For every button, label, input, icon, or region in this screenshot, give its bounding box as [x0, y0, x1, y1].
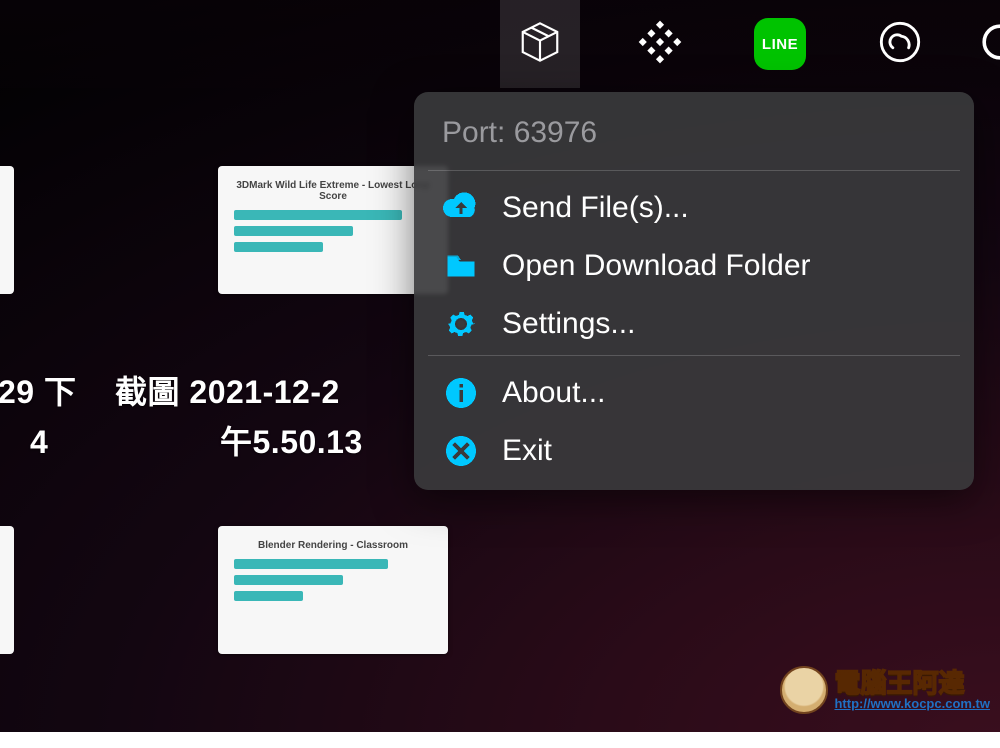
diamond-grid-icon: [637, 19, 683, 70]
menubar-item-line[interactable]: LINE: [740, 0, 820, 88]
desktop-thumbnail-edge: [0, 166, 14, 294]
menu-item-about[interactable]: About...: [414, 364, 974, 422]
watermark-logo: [780, 666, 828, 714]
menu-item-open-folder[interactable]: Open Download Folder: [414, 237, 974, 295]
menubar-item-diamond[interactable]: [620, 0, 700, 88]
bottom-crop-edge: [0, 732, 1000, 748]
menu-item-label: About...: [502, 376, 605, 410]
circle-icon: [977, 19, 1000, 70]
menu-item-exit[interactable]: Exit: [414, 422, 974, 480]
line-app-label: LINE: [762, 36, 798, 53]
line-app-icon: LINE: [754, 18, 806, 70]
menu-separator: [428, 170, 960, 171]
gear-icon: [442, 305, 480, 343]
folder-icon: [442, 247, 480, 285]
menu-item-settings[interactable]: Settings...: [414, 295, 974, 353]
info-icon: [442, 374, 480, 412]
desktop-filename[interactable]: 29 下: [0, 368, 77, 418]
watermark-title: 電腦王阿達: [834, 670, 990, 696]
desktop-filename: 4: [30, 418, 48, 468]
menubar-item-package[interactable]: [500, 0, 580, 88]
desktop-thumbnail-edge: [0, 526, 14, 654]
menubar-item-creative-cloud[interactable]: [860, 0, 940, 88]
close-circle-icon: [442, 432, 480, 470]
app-dropdown-menu: Port: 63976 Send File(s)... Open Downloa…: [414, 92, 974, 490]
desktop-filename: 午5.50.13: [220, 418, 363, 468]
thumbnail-title: 3DMark Wild Life Extreme - Lowest Loop S…: [234, 180, 432, 202]
menubar-item-partial[interactable]: [980, 0, 1000, 88]
menu-item-label: Send File(s)...: [502, 191, 689, 225]
menu-item-label: Open Download Folder: [502, 249, 811, 283]
desktop-thumbnail[interactable]: Blender Rendering - Classroom: [218, 526, 448, 654]
menu-separator: [428, 355, 960, 356]
menu-item-send-files[interactable]: Send File(s)...: [414, 179, 974, 237]
desktop-filename[interactable]: 截圖 2021-12-2: [115, 368, 340, 418]
port-label: Port: 63976: [414, 110, 974, 168]
cloud-upload-icon: [442, 189, 480, 227]
watermark: 電腦王阿達 http://www.kocpc.com.tw: [780, 666, 990, 714]
creative-cloud-icon: [877, 19, 923, 70]
package-icon: [517, 19, 563, 70]
thumbnail-title: Blender Rendering - Classroom: [234, 540, 432, 551]
menubar: LINE: [0, 0, 1000, 88]
menu-item-label: Settings...: [502, 307, 635, 341]
menu-item-label: Exit: [502, 434, 552, 468]
watermark-url: http://www.kocpc.com.tw: [834, 696, 990, 711]
